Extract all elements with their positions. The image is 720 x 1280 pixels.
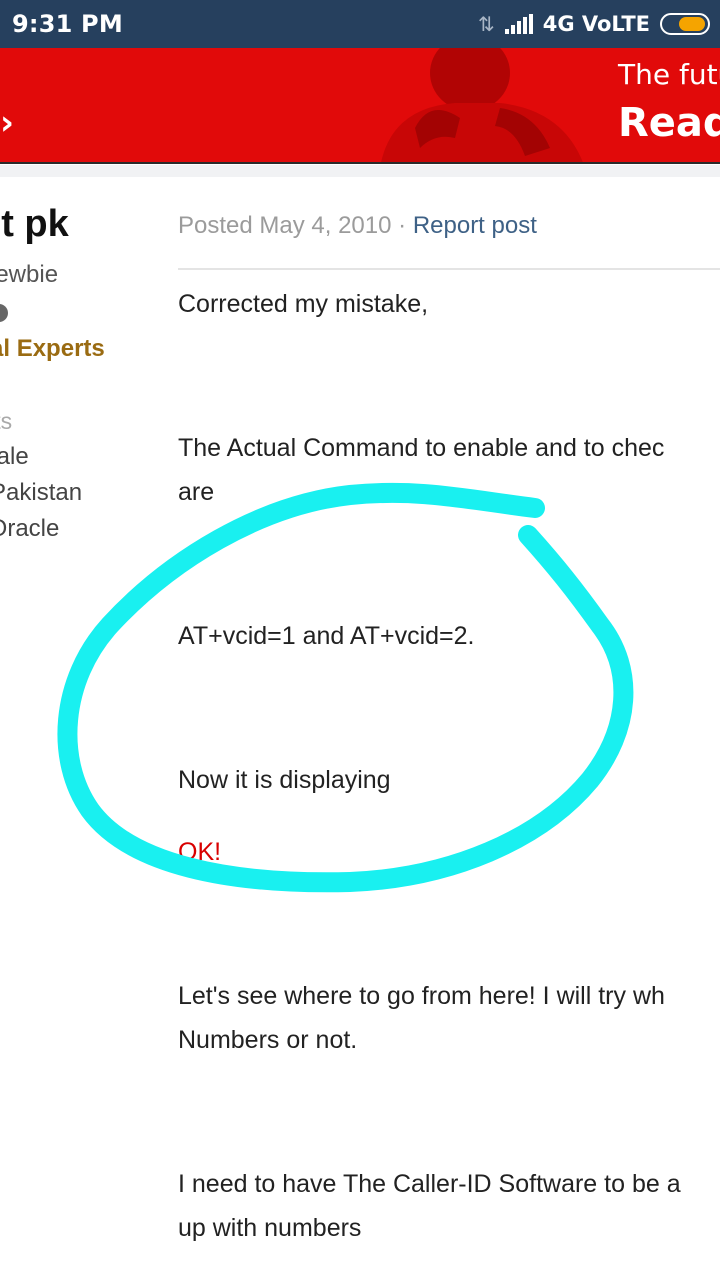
post-text-line: AT+vcid=1 and AT+vcid=2. [178, 622, 475, 650]
ad-cta[interactable]: Read [618, 100, 720, 146]
author-rank: Newbie [0, 261, 59, 288]
post-text-line: Numbers or not. [178, 1026, 358, 1054]
post-text-line: Corrected my mistake, [178, 290, 429, 318]
author-gender: :Male [0, 443, 29, 470]
ad-chevron-icon[interactable]: › [0, 106, 14, 140]
post-date: Posted May 4, 2010 [178, 212, 392, 239]
data-transfer-icon: ⇅ [477, 12, 495, 36]
network-type: 4G VoLTE [542, 12, 650, 36]
ad-headline: The futu [618, 58, 720, 91]
author-location: n:Pakistan [0, 479, 83, 506]
status-icons: ⇅ 4G VoLTE [478, 10, 710, 38]
post-text-line: I need to have The Caller-ID Software to… [178, 1170, 681, 1198]
status-time: 9:31 PM [12, 10, 123, 38]
status-bar: 9:31 PM ⇅ 4G VoLTE [0, 0, 720, 48]
author-interests: s:Oracle [0, 515, 60, 542]
ad-person-image [381, 48, 583, 162]
post-text-line: The Actual Command to enable and to chec [178, 434, 665, 462]
ad-banner[interactable]: › The futu Read [0, 48, 720, 164]
post-text-line: are [178, 478, 215, 506]
signal-strength-icon [504, 14, 533, 34]
battery-icon [660, 13, 710, 35]
author-panel: nt pk Newbie ical Experts osts :Male n:P… [0, 205, 128, 542]
reputation-dot-icon [0, 304, 8, 322]
post-meta: Posted May 4, 2010 · Report post [178, 212, 537, 240]
post-text-line: up with numbers [178, 1214, 362, 1242]
author-name[interactable]: nt pk [0, 205, 128, 243]
post-text-line-ok: OK! [178, 838, 222, 866]
post-text-line: Now it is displaying [178, 766, 391, 794]
author-posts-label: osts [0, 408, 13, 434]
separator-strip [0, 165, 720, 177]
author-group: ical Experts [0, 335, 105, 362]
meta-separator: · [398, 212, 407, 239]
report-post-link[interactable]: Report post [413, 212, 537, 239]
post-text-line: Let's see where to go from here! I will … [178, 982, 665, 1010]
post-divider [178, 268, 720, 270]
